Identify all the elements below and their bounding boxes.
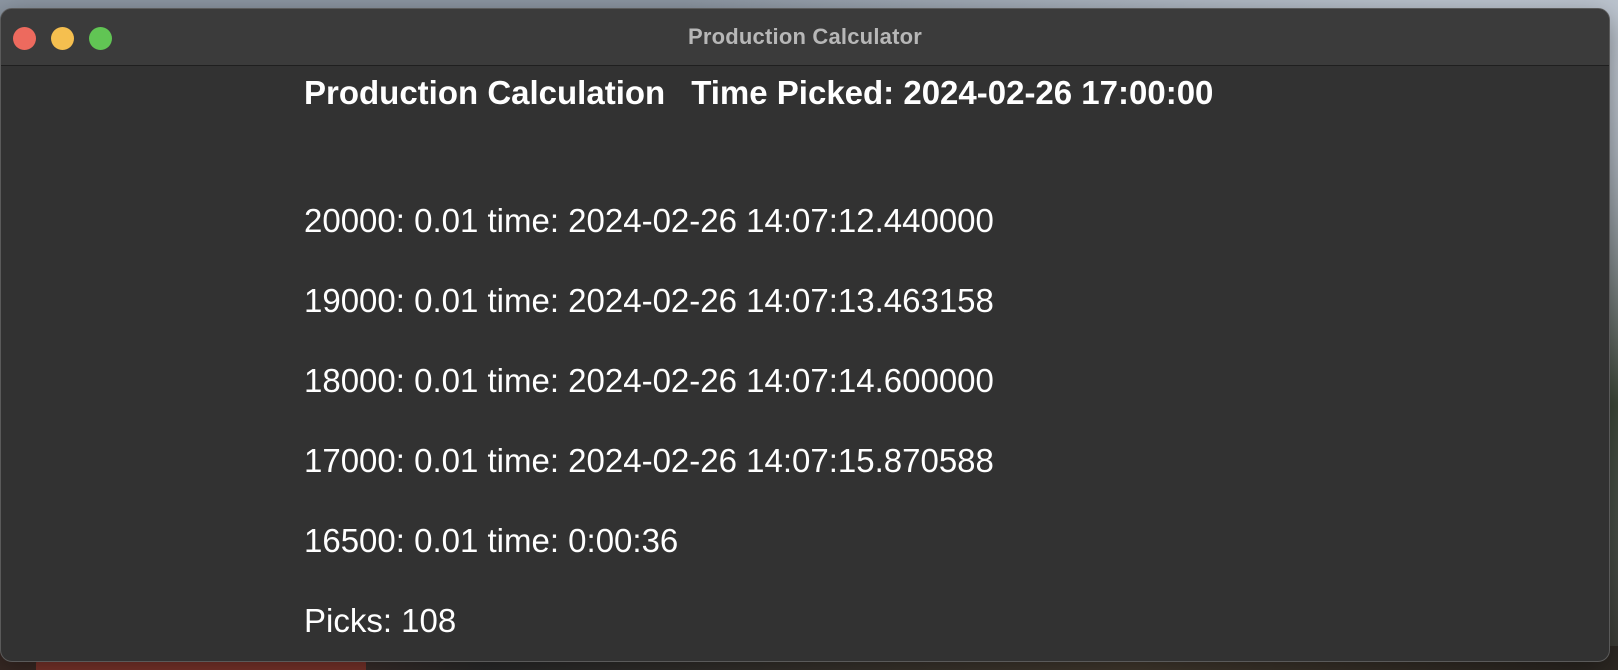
window-title: Production Calculator xyxy=(688,24,922,49)
window-controls xyxy=(13,27,112,50)
main-content: Production Calculation Time Picked: 2024… xyxy=(304,73,1589,641)
production-row: 18000: 0.01 time: 2024-02-26 14:07:14.60… xyxy=(304,362,994,399)
production-row: 17000: 0.01 time: 2024-02-26 14:07:15.87… xyxy=(304,442,994,479)
time-picked-label: Time Picked: 2024-02-26 17:00:00 xyxy=(691,74,1214,111)
picks-count: Picks: 108 xyxy=(304,602,457,639)
zoom-button[interactable] xyxy=(89,27,112,50)
minimize-button[interactable] xyxy=(51,27,74,50)
app-window: Production Calculator Production Calcula… xyxy=(0,8,1610,662)
title-bar[interactable]: Production Calculator xyxy=(1,9,1609,66)
production-row: 20000: 0.01 time: 2024-02-26 14:07:12.44… xyxy=(304,202,994,239)
production-row: 16500: 0.01 time: 0:00:36 xyxy=(304,522,679,559)
production-row: 19000: 0.01 time: 2024-02-26 14:07:13.46… xyxy=(304,282,994,319)
page-title: Production Calculation xyxy=(304,74,666,111)
calculation-header: Production Calculation Time Picked: 2024… xyxy=(304,73,1589,121)
close-button[interactable] xyxy=(13,27,36,50)
